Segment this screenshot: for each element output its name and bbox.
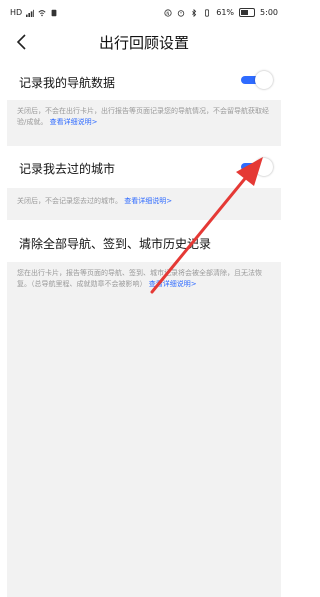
hint-navigation-data: 关闭后，不会在出行卡片，出行报告等页面记录您的导航情况，不会留导航获取经验/成就…	[7, 100, 281, 146]
setting-row-visited-cities[interactable]: 记录我去过的城市	[7, 146, 281, 188]
nfc-icon: N	[164, 8, 172, 17]
details-link-visited-cities[interactable]: 查看详细说明>	[124, 197, 172, 205]
status-time: 5:00	[260, 8, 278, 17]
setting-label-visited-cities: 记录我去过的城市	[19, 162, 116, 176]
wifi-icon	[38, 9, 46, 16]
page-title: 出行回顾设置	[98, 34, 189, 52]
notification-icon	[51, 9, 57, 16]
nav-bar: 出行回顾设置	[0, 26, 288, 58]
empty-area	[7, 306, 281, 597]
hd-indicator: HD	[10, 8, 23, 17]
setting-label-navigation-data: 记录我的导航数据	[19, 76, 116, 90]
toggle-knob	[255, 71, 273, 89]
toggle-navigation-data[interactable]	[241, 71, 275, 89]
vibrate-icon	[205, 8, 210, 17]
toggle-knob	[255, 158, 273, 176]
details-link-clear-history[interactable]: 查看详细说明>	[149, 280, 197, 288]
bluetooth-icon	[192, 8, 197, 17]
hint-text-clear-history: 您在出行卡片，报告等页面的导航、签到、城市记录将会被全部清除，且无法恢复。（总导…	[17, 269, 262, 288]
clear-history-row[interactable]: 清除全部导航、签到、城市历史记录	[7, 220, 281, 264]
details-link-navigation-data[interactable]: 查看详细说明>	[50, 118, 98, 126]
status-right: N 61% 5:00	[164, 8, 278, 17]
setting-row-navigation-data[interactable]: 记录我的导航数据	[7, 62, 281, 100]
alarm-icon	[178, 9, 185, 17]
toggle-visited-cities[interactable]	[241, 158, 275, 176]
status-bar: HD N 61% 5:00	[0, 0, 288, 26]
hint-text-visited-cities: 关闭后，不会记录您去过的城市。	[17, 197, 122, 205]
svg-text:N: N	[167, 11, 170, 16]
battery-percent: 61%	[216, 8, 235, 17]
clear-history-label: 清除全部导航、签到、城市历史记录	[19, 237, 212, 251]
signal-icon	[26, 9, 35, 17]
hint-clear-history: 您在出行卡片，报告等页面的导航、签到、城市记录将会被全部清除，且无法恢复。（总导…	[7, 262, 281, 306]
status-left: HD	[10, 8, 58, 17]
hint-visited-cities: 关闭后，不会记录您去过的城市。 查看详细说明>	[7, 188, 281, 220]
battery-icon	[239, 8, 256, 17]
